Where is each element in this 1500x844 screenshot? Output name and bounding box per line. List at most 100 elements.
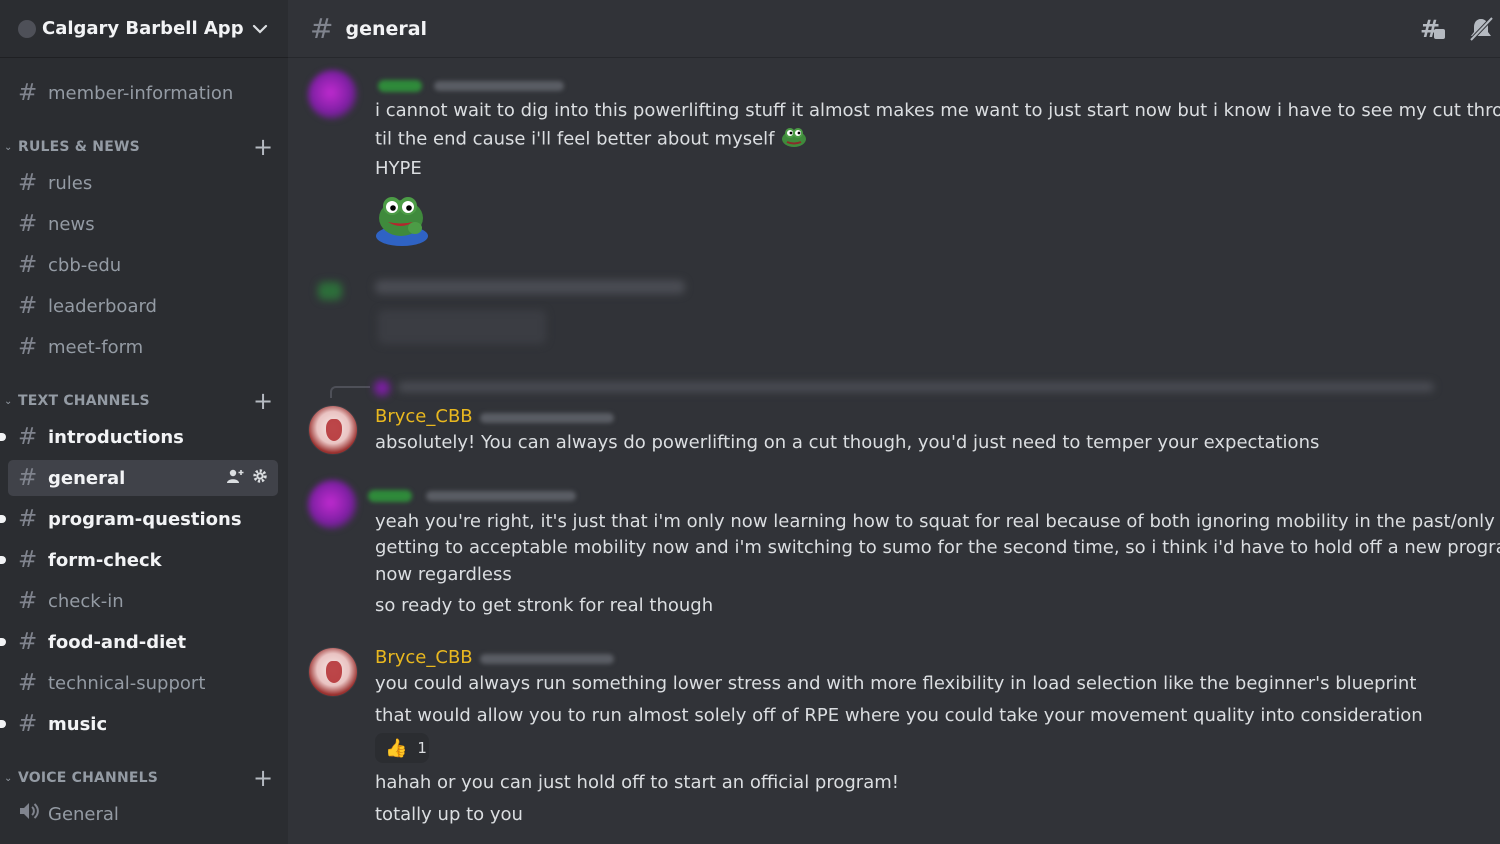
pepe-sticker-icon[interactable] [375, 192, 431, 246]
message-text: that would allow you to run almost solel… [375, 705, 1423, 726]
speaker-icon [18, 801, 48, 827]
channel-news[interactable]: # news [8, 206, 278, 242]
channel-label: check-in [48, 590, 124, 612]
username-blurred [378, 80, 422, 92]
message-text: getting to acceptable mobility now and i… [375, 537, 1500, 558]
add-channel-icon[interactable]: + [252, 135, 274, 159]
channel-technical-support[interactable]: # technical-support [8, 665, 278, 701]
hash-icon: # [18, 252, 38, 278]
channel-label: news [48, 213, 95, 235]
hash-icon: # [18, 334, 38, 360]
avatar[interactable] [308, 647, 358, 697]
channel-label: music [48, 713, 108, 735]
timestamp-blurred [434, 81, 564, 91]
username[interactable]: Bryce_CBB [375, 406, 473, 427]
server-name: Calgary Barbell App [42, 18, 244, 39]
channel-label: general [48, 467, 126, 489]
hash-icon: # [18, 211, 38, 237]
channel-member-information[interactable]: # member-information [8, 75, 278, 111]
avatar[interactable] [308, 70, 358, 120]
unread-indicator [0, 720, 6, 728]
channel-label: General [48, 803, 119, 825]
message-text: absolutely! You can always do powerlifti… [375, 432, 1320, 453]
category-rules-news[interactable]: ⌄ RULES & NEWS + [4, 135, 274, 159]
channel-rules[interactable]: # rules [8, 165, 278, 201]
reply-preview-blurred[interactable] [398, 382, 1434, 392]
channel-music[interactable]: # music [0, 706, 278, 742]
message-text: HYPE [375, 158, 422, 179]
hash-icon: # [18, 80, 38, 106]
unread-indicator [0, 515, 6, 523]
message-blurred [375, 280, 685, 294]
message-text: til the end cause i'll feel better about… [375, 126, 808, 153]
username-blurred [368, 490, 412, 502]
add-channel-icon[interactable]: + [252, 766, 274, 790]
channel-food-and-diet[interactable]: # food-and-diet [0, 624, 278, 660]
reply-connector [330, 386, 370, 398]
chevron-down-icon[interactable] [250, 19, 270, 39]
message-list: i cannot wait to dig into this powerlift… [288, 58, 1500, 844]
hash-icon: # [18, 670, 38, 696]
channel-label: program-questions [48, 508, 242, 530]
channel-label: technical-support [48, 672, 206, 694]
message-text: yeah you're right, it's just that i'm on… [375, 511, 1495, 532]
category-voice-channels[interactable]: ⌄ VOICE CHANNELS + [4, 766, 274, 790]
channel-label: rules [48, 172, 93, 194]
chevron-down-icon: ⌄ [4, 395, 13, 407]
message-text: i cannot wait to dig into this powerlift… [375, 100, 1500, 121]
channel-label: introductions [48, 426, 184, 448]
message-text: now regardless [375, 564, 512, 585]
unread-indicator [0, 556, 6, 564]
channel-form-check[interactable]: # form-check [0, 542, 278, 578]
avatar[interactable] [308, 405, 358, 455]
server-icon [18, 19, 36, 38]
hash-icon: # [18, 293, 38, 319]
hash-icon: # [18, 424, 38, 450]
channel-label: food-and-diet [48, 631, 187, 653]
username[interactable]: Bryce_CBB [375, 647, 473, 668]
message-text: totally up to you [375, 804, 523, 825]
channel-label: cbb-edu [48, 254, 122, 276]
channel-label: form-check [48, 549, 162, 571]
pepe-emoji-icon [780, 126, 808, 153]
avatar[interactable] [308, 480, 358, 530]
channel-program-questions[interactable]: # program-questions [0, 501, 278, 537]
reaction-thumbs-up[interactable]: 👍 1 [375, 733, 429, 763]
hash-icon: # [18, 711, 38, 737]
channel-title: general [345, 17, 428, 40]
notifications-muted-icon[interactable] [1466, 14, 1496, 44]
invite-icon[interactable] [226, 468, 244, 488]
channel-header: # general # [288, 0, 1500, 58]
channel-introductions[interactable]: # introductions [0, 419, 278, 455]
gear-icon[interactable] [252, 468, 268, 488]
hash-icon: # [18, 465, 38, 491]
channel-label: member-information [48, 82, 234, 104]
hash-icon: # [18, 170, 38, 196]
channel-leaderboard[interactable]: # leaderboard [8, 288, 278, 324]
chevron-down-icon: ⌄ [4, 141, 13, 153]
channel-label: leaderboard [48, 295, 157, 317]
hash-icon: # [18, 547, 38, 573]
hash-icon: # [310, 12, 334, 45]
channel-general[interactable]: # general [8, 460, 278, 496]
voice-channel-general[interactable]: General [8, 796, 278, 832]
reply-avatar-blurred [374, 380, 390, 396]
category-text-channels[interactable]: ⌄ TEXT CHANNELS + [4, 389, 274, 413]
category-label: RULES & NEWS [18, 139, 140, 155]
thumbs-up-icon: 👍 [385, 737, 408, 759]
channel-cbb-edu[interactable]: # cbb-edu [8, 247, 278, 283]
channel-meet-form[interactable]: # meet-form [8, 329, 278, 365]
hash-icon: # [18, 629, 38, 655]
timestamp-blurred [480, 413, 614, 423]
server-header[interactable]: Calgary Barbell App [0, 0, 288, 58]
threads-icon[interactable]: # [1418, 14, 1448, 44]
message-text: so ready to get stronk for real though [375, 595, 714, 616]
channel-check-in[interactable]: # check-in [8, 583, 278, 619]
add-channel-icon[interactable]: + [252, 389, 274, 413]
message-text: hahah or you can just hold off to start … [375, 772, 899, 793]
channel-label: meet-form [48, 336, 144, 358]
chevron-down-icon: ⌄ [4, 772, 13, 784]
reaction-count: 1 [417, 739, 427, 757]
timestamp-blurred [426, 491, 576, 501]
channel-sidebar: Calgary Barbell App # member-information… [0, 0, 288, 844]
